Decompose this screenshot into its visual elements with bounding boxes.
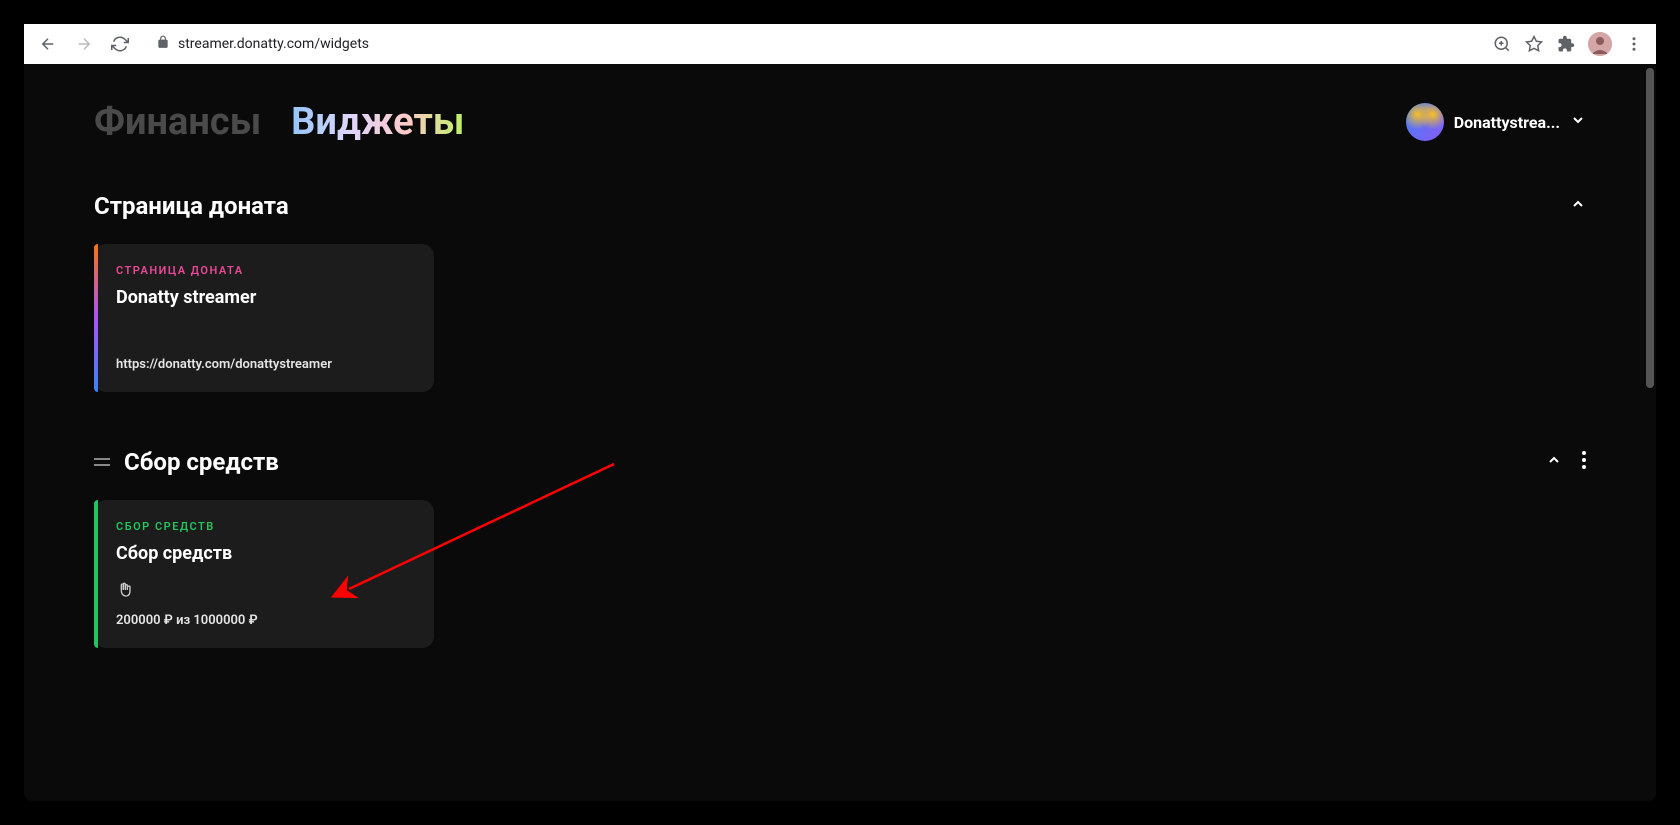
app-container: Финансы Виджеты Donattystrea... Страниц	[24, 64, 1656, 801]
user-menu[interactable]: Donattystrea...	[1406, 103, 1586, 141]
address-bar[interactable]: streamer.donatty.com/widgets	[144, 30, 1480, 58]
nav-tabs: Финансы Виджеты	[94, 100, 464, 144]
card-url: https://donatty.com/donattystreamer	[116, 357, 412, 372]
chevron-down-icon	[1570, 112, 1586, 132]
menu-icon[interactable]	[1624, 34, 1644, 54]
extensions-icon[interactable]	[1556, 34, 1576, 54]
card-title: Donatty streamer	[116, 287, 412, 308]
user-name: Donattystrea...	[1454, 113, 1560, 132]
back-button[interactable]	[36, 32, 60, 56]
hand-icon	[116, 581, 132, 603]
section-header: Сбор средств	[94, 448, 1586, 476]
collapse-button[interactable]	[1546, 452, 1562, 472]
browser-toolbar: streamer.donatty.com/widgets	[24, 24, 1656, 64]
scrollbar[interactable]	[1646, 68, 1654, 388]
card-label: СТРАНИЦА ДОНАТА	[116, 264, 412, 277]
tab-finances[interactable]: Финансы	[94, 100, 261, 144]
url-text: streamer.donatty.com/widgets	[178, 36, 369, 52]
card-progress: 200000 ₽ из 1000000 ₽	[116, 613, 412, 628]
user-avatar	[1406, 103, 1444, 141]
section-fundraiser: Сбор средств	[94, 448, 1586, 648]
drag-handle-icon[interactable]	[94, 453, 110, 472]
lock-icon	[156, 35, 170, 53]
forward-button[interactable]	[72, 32, 96, 56]
bookmark-icon[interactable]	[1524, 34, 1544, 54]
more-button[interactable]	[1582, 451, 1586, 473]
section-title: Сбор средств	[124, 448, 279, 476]
card-title: Сбор средств	[116, 543, 412, 564]
section-title: Страница доната	[94, 192, 289, 220]
card-label: СБОР СРЕДСТВ	[116, 520, 412, 533]
profile-avatar[interactable]	[1588, 32, 1612, 56]
donate-page-card[interactable]: СТРАНИЦА ДОНАТА Donatty streamer https:/…	[94, 244, 434, 392]
section-donate-page: Страница доната СТРАНИЦА ДОНАТА Donatty …	[94, 192, 1586, 392]
collapse-button[interactable]	[1570, 196, 1586, 216]
tab-widgets[interactable]: Виджеты	[291, 100, 464, 144]
zoom-icon[interactable]	[1492, 34, 1512, 54]
reload-button[interactable]	[108, 32, 132, 56]
fundraiser-card[interactable]: СБОР СРЕДСТВ Сбор средств 200000 ₽ из 10…	[94, 500, 434, 648]
app-header: Финансы Виджеты Donattystrea...	[94, 100, 1586, 144]
section-header: Страница доната	[94, 192, 1586, 220]
